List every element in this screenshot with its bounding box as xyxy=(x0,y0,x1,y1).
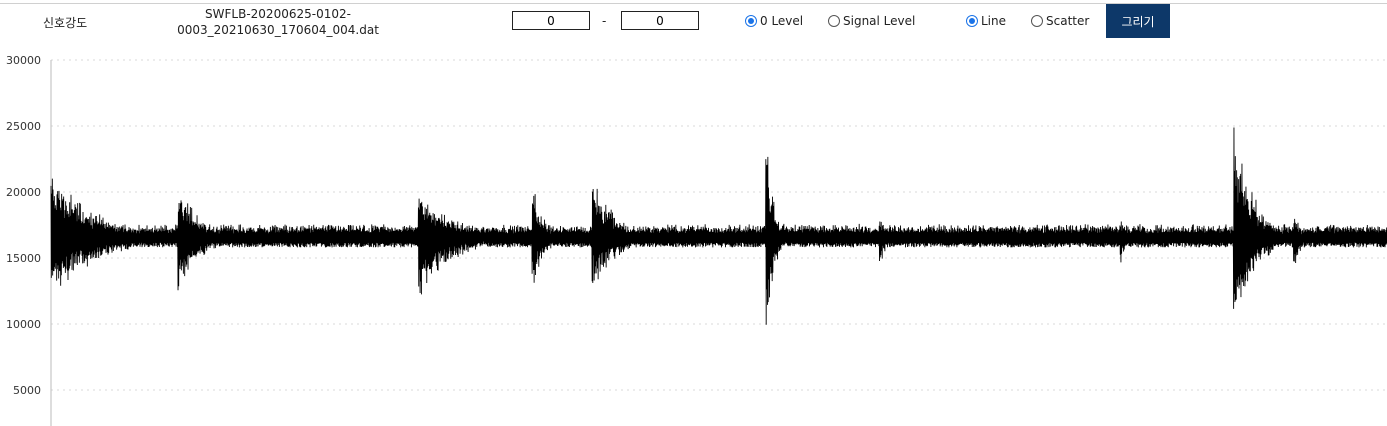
radio-signal-level-label: Signal Level xyxy=(843,14,916,28)
y-tick-label: 5000 xyxy=(13,384,41,397)
grid-layer xyxy=(51,59,1387,391)
range-separator: - xyxy=(602,14,607,28)
radio-zero-level-icon[interactable] xyxy=(745,15,757,27)
radio-scatter-label: Scatter xyxy=(1046,14,1090,28)
radio-line-icon[interactable] xyxy=(966,15,978,27)
draw-button[interactable]: 그리기 xyxy=(1106,4,1170,38)
radio-signal-level-icon[interactable] xyxy=(828,15,840,27)
top-divider xyxy=(0,3,1387,4)
file-name-line-2: 0003_20210630_170604_004.dat xyxy=(177,23,379,37)
file-name: SWFLB-20200625-0102- 0003_20210630_17060… xyxy=(168,6,388,38)
signal-chart: 5000 10000 15000 20000 25000 30000 xyxy=(6,54,1387,426)
y-tick-label: 25000 xyxy=(6,120,41,133)
radio-signal-level[interactable]: Signal Level xyxy=(828,14,915,28)
y-tick-label: 15000 xyxy=(6,252,41,265)
radio-scatter[interactable]: Scatter xyxy=(1031,14,1089,28)
y-tick-label: 30000 xyxy=(6,54,41,67)
radio-scatter-icon[interactable] xyxy=(1031,15,1043,27)
radio-line[interactable]: Line xyxy=(966,14,1006,28)
y-tick-label: 20000 xyxy=(6,186,41,199)
file-name-line-1: SWFLB-20200625-0102- xyxy=(205,7,351,21)
chart-title: 신호강도 xyxy=(43,16,88,30)
range-end-input[interactable] xyxy=(621,11,699,30)
signal-series-line xyxy=(50,127,1387,325)
y-tick-label: 10000 xyxy=(6,318,41,331)
radio-zero-level[interactable]: 0 Level xyxy=(745,14,803,28)
y-tick-labels: 5000 10000 15000 20000 25000 30000 xyxy=(6,54,41,397)
radio-zero-level-label: 0 Level xyxy=(760,14,804,28)
range-start-input[interactable] xyxy=(512,11,590,30)
radio-line-label: Line xyxy=(981,14,1007,28)
